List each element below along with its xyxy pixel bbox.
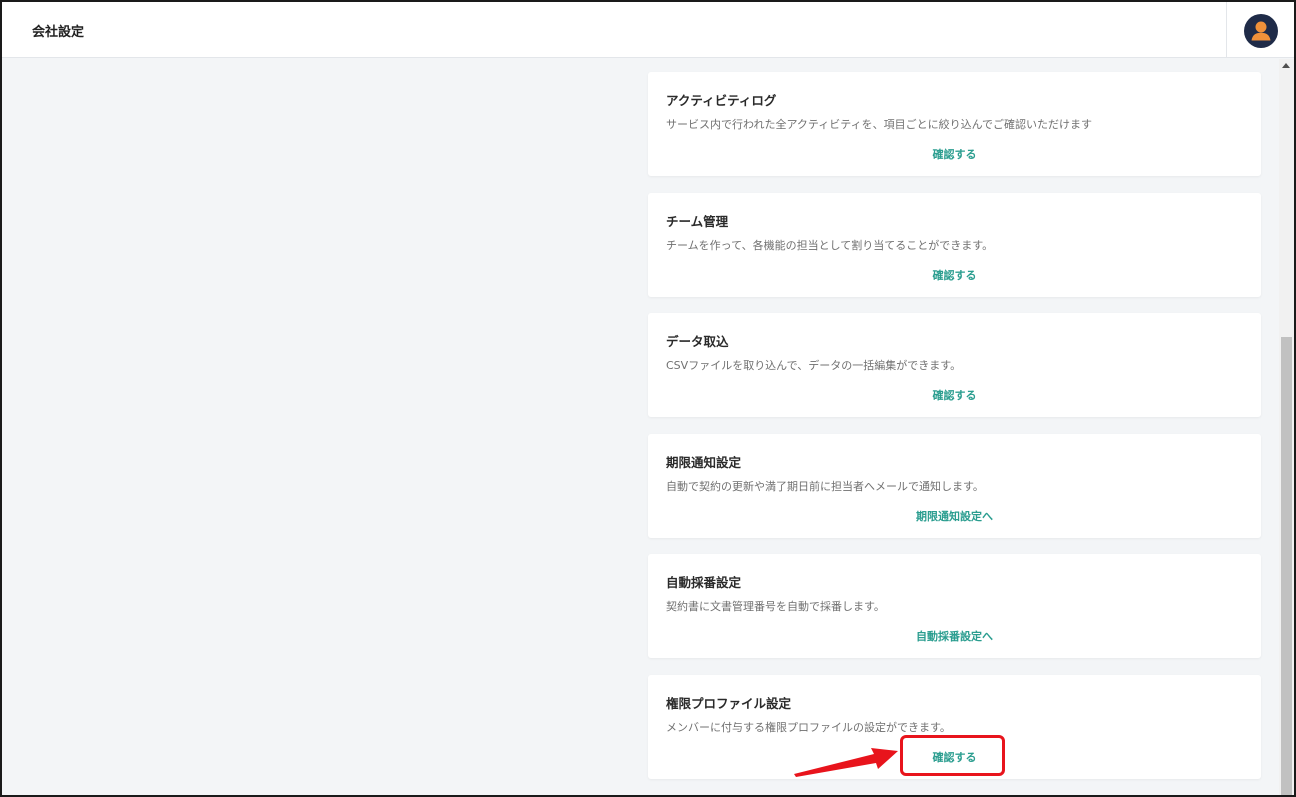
card-title: アクティビティログ [666,93,777,108]
card-auto-numbering: 自動採番設定 契約書に文書管理番号を自動で採番します。 自動採番設定へ [648,554,1261,658]
vertical-scrollbar[interactable] [1279,59,1294,795]
card-title: 権限プロファイル設定 [666,696,792,711]
confirm-link[interactable]: 確認する [648,749,1261,765]
scroll-thumb[interactable] [1281,337,1292,795]
top-header: 会社設定 [2,2,1294,58]
card-description: メンバーに付与する権限プロファイルの設定ができます。 [666,721,951,734]
card-description: 自動で契約の更新や満了期日前に担当者へメールで通知します。 [666,480,984,493]
card-description: CSVファイルを取り込んで、データの一括編集ができます。 [666,359,962,372]
deadline-settings-link[interactable]: 期限通知設定へ [648,508,1261,524]
card-description: チームを作って、各機能の担当として割り当てることができます。 [666,239,994,252]
card-title: 自動採番設定 [666,575,742,590]
card-title: チーム管理 [666,214,729,229]
auto-numbering-settings-link[interactable]: 自動採番設定へ [648,628,1261,644]
card-activity-log: アクティビティログ サービス内で行われた全アクティビティを、項目ごとに絞り込んで… [648,72,1261,176]
card-data-import: データ取込 CSVファイルを取り込んで、データの一括編集ができます。 確認する [648,313,1261,417]
confirm-link[interactable]: 確認する [648,267,1261,283]
confirm-link[interactable]: 確認する [648,146,1261,162]
scroll-up-arrow-icon[interactable] [1282,63,1290,68]
card-deadline-notification: 期限通知設定 自動で契約の更新や満了期日前に担当者へメールで通知します。 期限通… [648,434,1261,538]
header-divider [1226,2,1227,58]
confirm-link[interactable]: 確認する [648,387,1261,403]
card-description: 契約書に文書管理番号を自動で採番します。 [666,600,885,613]
user-avatar-icon[interactable] [1244,14,1278,48]
card-title: データ取込 [666,334,729,349]
settings-content: アクティビティログ サービス内で行われた全アクティビティを、項目ごとに絞り込んで… [2,59,1279,795]
app-window: 会社設定 アクティビティログ サービス内で行われた全アクティビティを、項目ごとに… [0,0,1296,797]
card-team-management: チーム管理 チームを作って、各機能の担当として割り当てることができます。 確認す… [648,193,1261,297]
card-title: 期限通知設定 [666,455,742,470]
page-title: 会社設定 [32,25,85,40]
card-description: サービス内で行われた全アクティビティを、項目ごとに絞り込んでご確認いただけます [666,118,1093,131]
card-permission-profile: 権限プロファイル設定 メンバーに付与する権限プロファイルの設定ができます。 確認… [648,675,1261,779]
